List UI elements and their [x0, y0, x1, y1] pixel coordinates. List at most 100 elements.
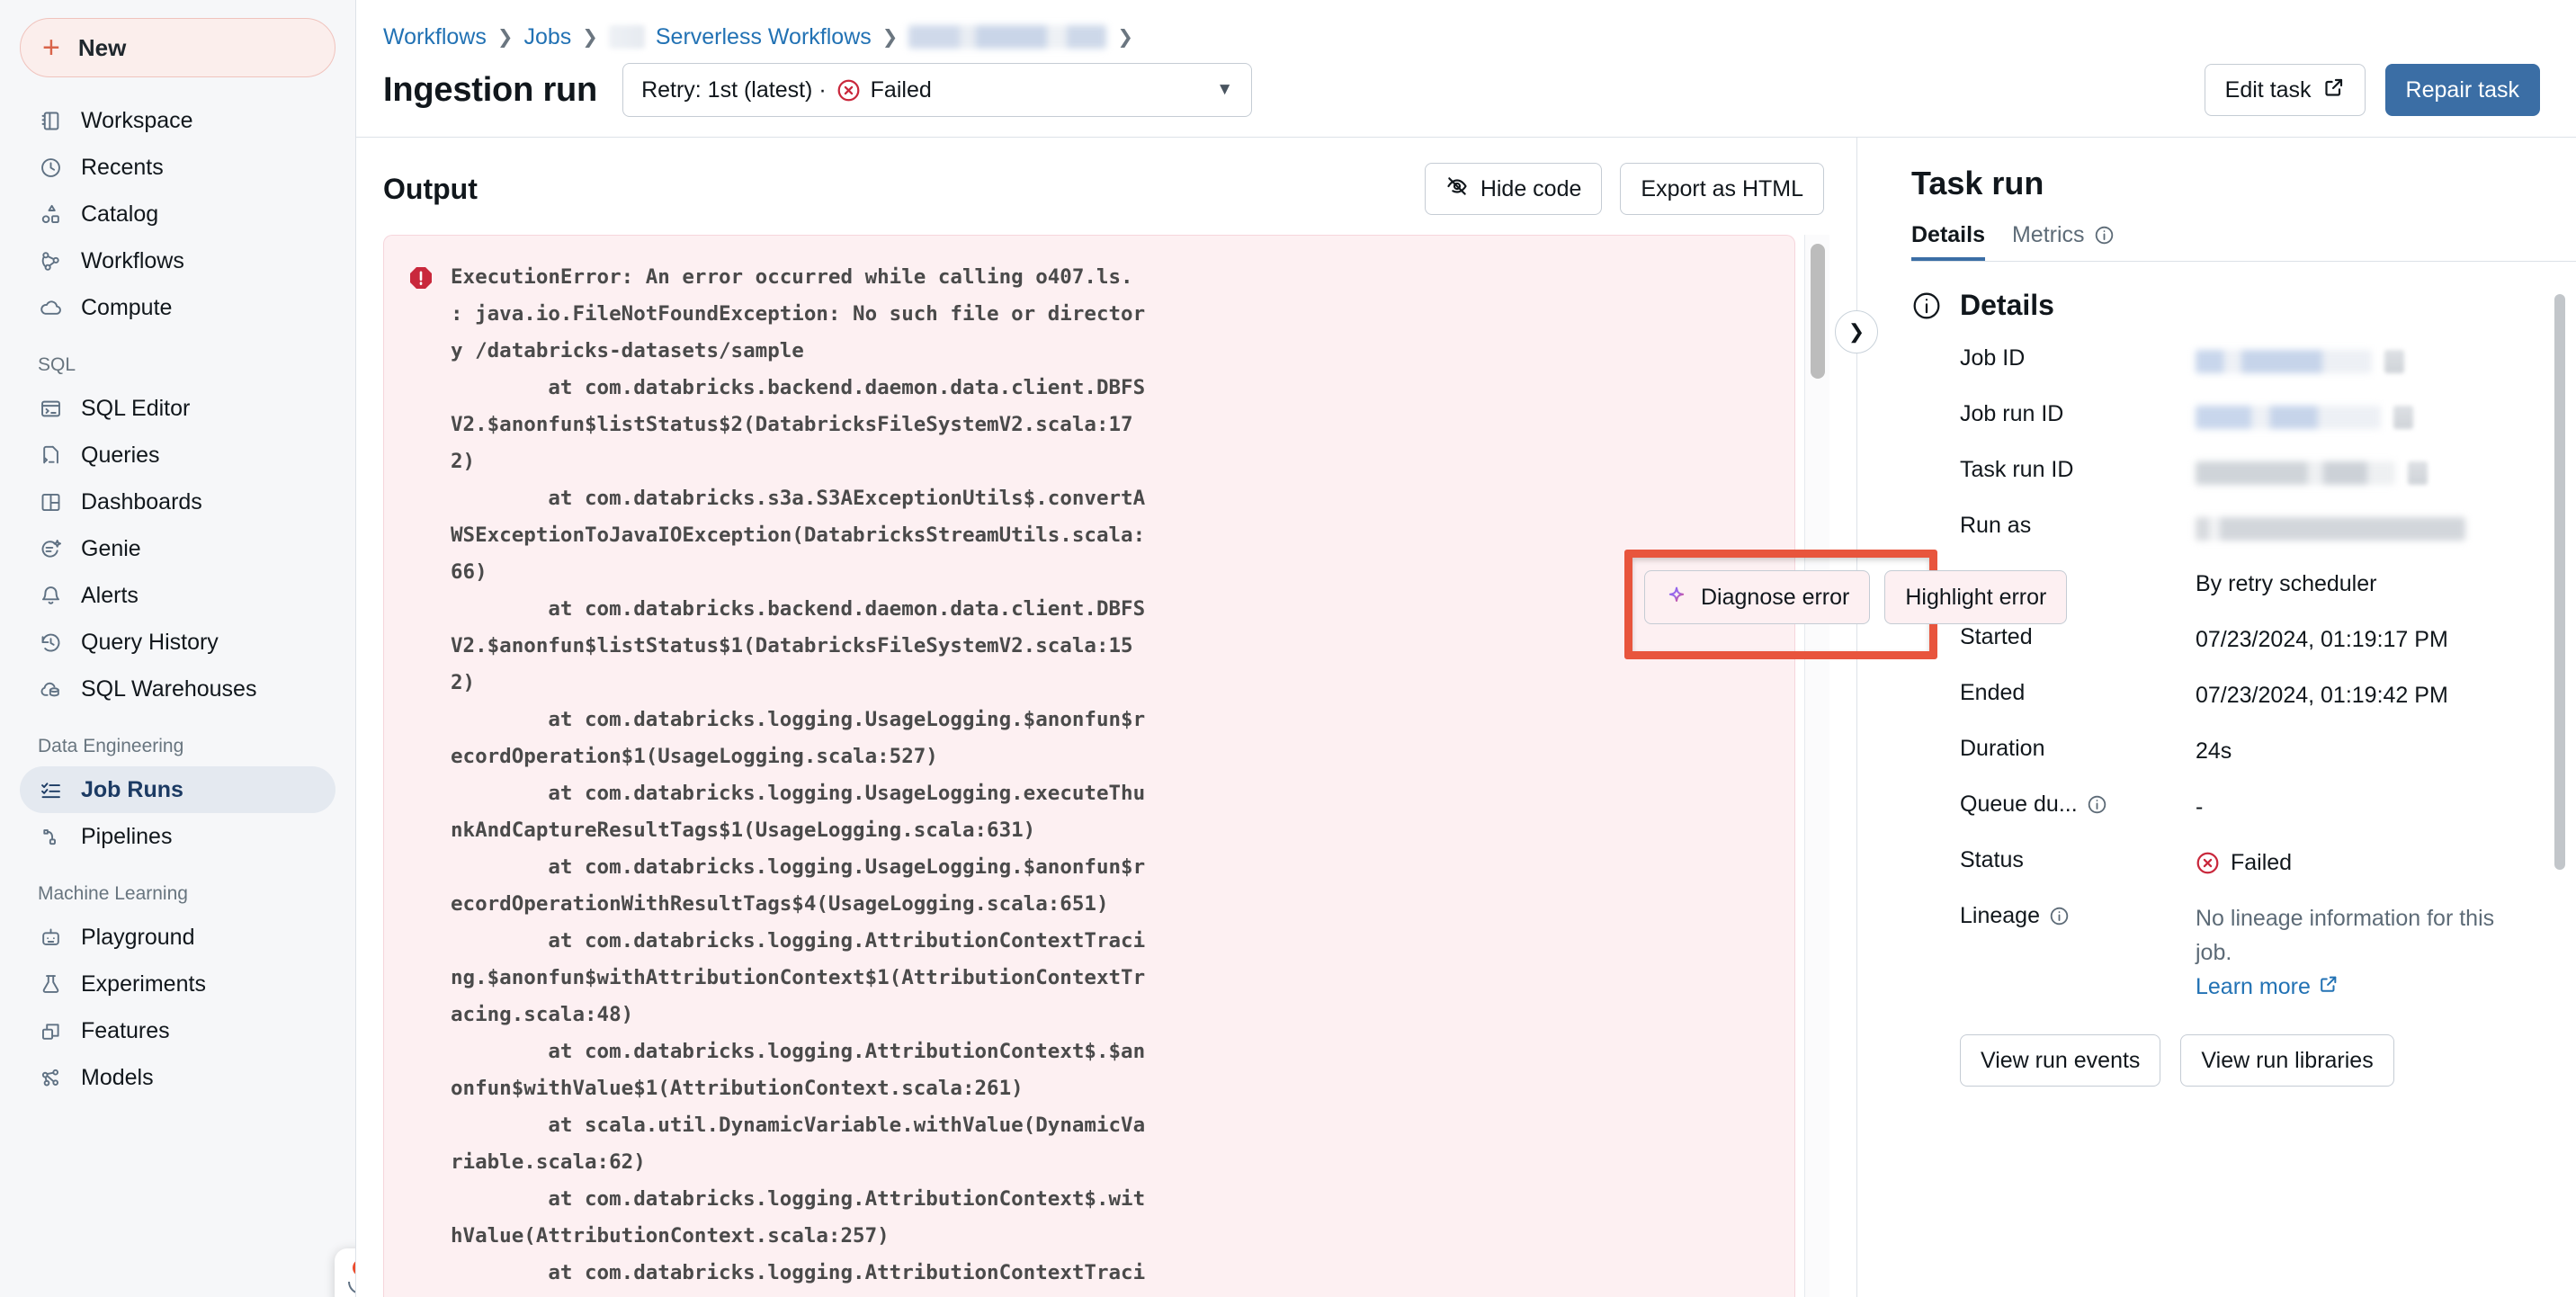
view-run-libraries-button[interactable]: View run libraries: [2180, 1034, 2394, 1087]
sidebar-item-features[interactable]: Features: [20, 1007, 335, 1054]
breadcrumb-item-jobs[interactable]: Jobs: [523, 24, 571, 50]
output-scrollbar-thumb[interactable]: [1810, 244, 1825, 379]
queries-icon: [38, 443, 63, 468]
sidebar-item-models[interactable]: Models: [20, 1054, 335, 1101]
details-list: Job ID Job run ID Task run ID Run as By …: [1911, 344, 2533, 1004]
copy-icon[interactable]: [2393, 406, 2413, 430]
recording-widget[interactable]: [335, 1248, 355, 1297]
sidebar-item-alerts[interactable]: Alerts: [20, 572, 335, 619]
sidebar-item-sql-editor[interactable]: SQL Editor: [20, 385, 335, 432]
sidebar-item-job-runs[interactable]: Job Runs: [20, 766, 335, 813]
view-run-events-button[interactable]: View run events: [1960, 1034, 2161, 1087]
export-as-html-label: Export as HTML: [1641, 175, 1803, 201]
repair-task-label: Repair task: [2405, 76, 2519, 103]
sidebar-item-label: Catalog: [81, 201, 159, 227]
highlight-error-button[interactable]: Highlight error: [1884, 570, 2068, 624]
diagnose-error-button[interactable]: Diagnose error: [1644, 570, 1871, 624]
breadcrumb-item-serverless-workflows[interactable]: Serverless Workflows: [656, 24, 872, 50]
sidebar-item-playground[interactable]: Playground: [20, 914, 335, 961]
sidebar-item-queries[interactable]: Queries: [20, 432, 335, 479]
external-link-icon: [2319, 970, 2339, 1004]
output-header: Output Hide code Export as HTML: [383, 138, 1856, 235]
sidebar-item-sql-warehouses[interactable]: SQL Warehouses: [20, 666, 335, 712]
copy-icon[interactable]: [2408, 461, 2428, 486]
detail-value-status: Failed: [2196, 845, 2533, 880]
chevron-right-icon: ❯: [582, 26, 598, 48]
task-run-tabs: Details Metrics: [1911, 222, 2576, 262]
detail-value-task-run-id: [2196, 455, 2533, 489]
detail-label-lineage: Lineage: [1960, 901, 2196, 929]
sidebar-item-catalog[interactable]: Catalog: [20, 191, 335, 237]
repair-task-button[interactable]: Repair task: [2384, 64, 2540, 116]
chevron-down-icon: ▼: [1216, 80, 1234, 99]
output-scrollbar[interactable]: [1804, 235, 1829, 1297]
breadcrumb-item-workflows[interactable]: Workflows: [383, 24, 487, 50]
details-column: Details Job ID Job run ID Task run ID Ru…: [1911, 289, 2554, 1297]
sidebar-item-label: Dashboards: [81, 488, 202, 514]
breadcrumb-item-redacted[interactable]: [908, 25, 1107, 49]
pipelines-icon: [38, 824, 63, 849]
detail-label-started: Started: [1960, 624, 2033, 649]
chevron-right-icon: ❯: [496, 26, 514, 48]
redacted-value: [2196, 406, 2381, 430]
header-actions: Edit task Repair task: [2204, 64, 2540, 116]
sidebar-item-dashboards[interactable]: Dashboards: [20, 479, 335, 525]
sidebar-item-genie[interactable]: Genie: [20, 525, 335, 572]
sidebar-item-pipelines[interactable]: Pipelines: [20, 813, 335, 860]
error-badge-icon: [407, 264, 434, 291]
collapse-panel-button[interactable]: ❯: [1835, 310, 1878, 353]
sidebar-item-experiments[interactable]: Experiments: [20, 961, 335, 1007]
sidebar-item-workflows[interactable]: Workflows: [20, 237, 335, 284]
info-icon[interactable]: [2049, 906, 2070, 926]
tab-details[interactable]: Details: [1911, 222, 1985, 261]
detail-label-duration: Duration: [1960, 736, 2045, 761]
breadcrumb-redacted-prefix: [608, 25, 645, 49]
sidebar-item-query-history[interactable]: Query History: [20, 619, 335, 666]
failed-status-icon: [2196, 851, 2220, 875]
task-run-panel: Task run Details Metrics Details Job ID …: [1856, 138, 2576, 1297]
sidebar-item-recents[interactable]: Recents: [20, 144, 335, 191]
hide-code-button[interactable]: Hide code: [1424, 163, 1603, 215]
warehouse-icon: [38, 676, 63, 702]
tab-metrics[interactable]: Metrics: [2012, 222, 2115, 261]
sidebar-item-label: Playground: [81, 924, 195, 950]
chevron-right-icon: ❯: [1117, 26, 1133, 48]
learn-more-link[interactable]: Learn more: [2196, 970, 2339, 1004]
dashboards-icon: [38, 489, 63, 514]
details-scrollbar[interactable]: [2554, 289, 2576, 1297]
redacted-value: [2196, 350, 2372, 374]
sidebar-item-workspace[interactable]: Workspace: [20, 97, 335, 144]
error-action-buttons: Diagnose error Highlight error: [1644, 570, 2068, 624]
detail-label-job-run-id: Job run ID: [1960, 401, 2064, 426]
error-output-card: ExecutionError: An error occurred while …: [383, 235, 1795, 1297]
sidebar-item-compute[interactable]: Compute: [20, 284, 335, 331]
export-as-html-button[interactable]: Export as HTML: [1620, 163, 1824, 215]
job-runs-icon: [38, 777, 63, 802]
history-icon: [38, 630, 63, 655]
plus-icon: +: [42, 31, 60, 65]
sidebar-item-label: SQL Editor: [81, 395, 191, 421]
detail-label-lineage-text: Lineage: [1960, 903, 2040, 928]
details-heading-row: Details: [1911, 289, 2533, 322]
retry-select[interactable]: Retry: 1st (latest) · Failed ▼: [622, 63, 1253, 117]
topbar: Workflows ❯ Jobs ❯ Serverless Workflows …: [356, 0, 2576, 117]
edit-task-button[interactable]: Edit task: [2204, 64, 2366, 116]
chevron-right-icon: ❯: [1847, 320, 1865, 343]
robot-icon: [38, 925, 63, 950]
new-button[interactable]: + New: [20, 18, 335, 77]
info-icon[interactable]: [2087, 794, 2107, 815]
detail-value-started: 07/23/2024, 01:19:17 PM: [2196, 627, 2448, 652]
output-body: ExecutionError: An error occurred while …: [383, 235, 2068, 1297]
detail-value-duration: 24s: [2196, 738, 2232, 764]
status-badge: Failed: [2231, 850, 2293, 875]
models-icon: [38, 1065, 63, 1090]
diagnose-error-label: Diagnose error: [1701, 584, 1850, 610]
redacted-value: [2196, 461, 2395, 486]
tab-metrics-label: Metrics: [2011, 222, 2085, 247]
copy-icon[interactable]: [2384, 350, 2404, 374]
detail-value-ended: 07/23/2024, 01:19:42 PM: [2196, 683, 2448, 708]
sidebar-section-sql: SQL: [38, 354, 76, 375]
clock-icon: [38, 155, 63, 180]
edit-task-label: Edit task: [2224, 76, 2312, 103]
details-scrollbar-thumb[interactable]: [2554, 294, 2565, 870]
